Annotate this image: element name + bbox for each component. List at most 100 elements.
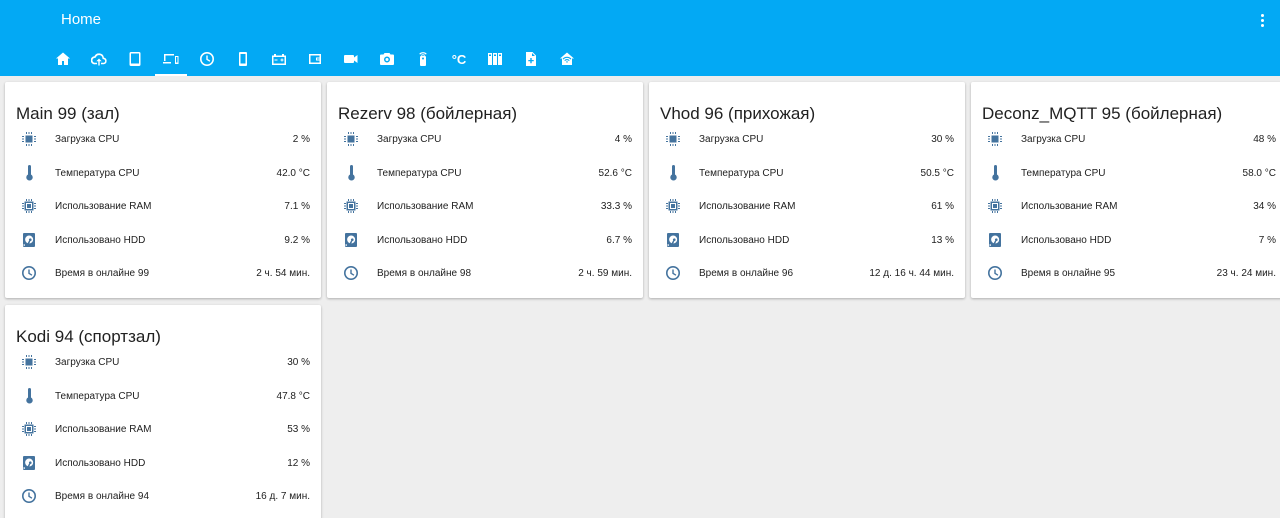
sensor-row[interactable]: Использование RAM 61 %	[649, 190, 965, 223]
sensor-row[interactable]: Использовано HDD 6.7 %	[327, 224, 643, 257]
clock-icon	[987, 265, 1003, 281]
sensor-row[interactable]: Время в онлайне 94 16 д. 7 мин.	[5, 480, 321, 513]
cpu-icon-glyph	[22, 132, 36, 146]
video-icon-glyph	[344, 55, 358, 63]
tab-camera[interactable]	[369, 42, 405, 76]
home-wifi-icon-glyph	[560, 52, 574, 65]
home-icon	[55, 51, 71, 67]
sensor-label: Загрузка CPU	[377, 134, 442, 145]
sensor-label: Температура CPU	[377, 167, 462, 179]
clock-icon	[21, 488, 37, 504]
sensor-row[interactable]: Время в онлайне 98 2 ч. 59 мин.	[327, 257, 643, 290]
server-icon	[487, 51, 503, 67]
sensor-value: 4 %	[614, 134, 632, 145]
tab-home-wifi[interactable]	[549, 42, 585, 76]
sensor-row[interactable]: Использование RAM 33.3 %	[327, 190, 643, 223]
app-toolbar: Home °C	[0, 0, 1280, 76]
harddisk-icon	[987, 232, 1003, 248]
overflow-menu-icon[interactable]	[1256, 10, 1268, 30]
file-plus-icon	[523, 51, 539, 67]
sensor-row[interactable]: Использовано HDD 12 %	[5, 447, 321, 480]
sensor-row[interactable]: Время в онлайне 96 12 д. 16 ч. 44 мин.	[649, 257, 965, 290]
sensor-row[interactable]: Загрузка CPU 30 %	[5, 346, 321, 379]
file-plus-icon-glyph	[526, 52, 536, 66]
thermometer-icon	[21, 387, 37, 404]
memory-icon-glyph	[666, 199, 680, 213]
sensor-row[interactable]: Использование RAM 7.1 %	[5, 190, 321, 223]
sensor-row[interactable]: Время в онлайне 99 2 ч. 54 мин.	[5, 257, 321, 290]
tab-server[interactable]	[477, 42, 513, 76]
sensor-value: 6.7 %	[606, 234, 632, 246]
sensor-label: Использование RAM	[1021, 201, 1118, 212]
sensor-label: Температура CPU	[699, 167, 784, 179]
sensor-value: 33.3 %	[600, 201, 632, 212]
sensor-row[interactable]: Использовано HDD 9.2 %	[5, 224, 321, 257]
sensor-value: 23 ч. 24 мин.	[1216, 268, 1276, 279]
sensor-label: Использование RAM	[55, 201, 152, 212]
sensor-row[interactable]: Использовано HDD 13 %	[649, 224, 965, 257]
harddisk-icon-glyph	[23, 232, 35, 247]
card-title: Kodi 94 (спортзал)	[16, 327, 161, 346]
tab-tablet[interactable]	[117, 42, 153, 76]
sensor-row[interactable]: Температура CPU 52.6 °C	[327, 157, 643, 190]
sensor-label: Использовано HDD	[1021, 234, 1112, 246]
clock-icon-glyph	[22, 489, 36, 503]
thermometer-icon	[665, 164, 681, 181]
sensor-row[interactable]: Загрузка CPU 48 %	[971, 123, 1280, 156]
tab-cloud-upload[interactable]	[81, 42, 117, 76]
sensor-label: Время в онлайне 94	[55, 491, 150, 502]
sensor-label: Загрузка CPU	[1021, 134, 1086, 145]
sensor-row[interactable]: Температура CPU 50.5 °C	[649, 157, 965, 190]
cpu-icon-glyph	[666, 132, 680, 146]
sensor-label: Загрузка CPU	[55, 357, 120, 368]
sensor-row[interactable]: Температура CPU 47.8 °C	[5, 380, 321, 413]
memory-icon-glyph	[344, 199, 358, 213]
tab-devices[interactable]	[153, 42, 189, 76]
harddisk-icon-glyph	[23, 455, 35, 470]
tab-celsius[interactable]: °C	[441, 42, 477, 76]
tab-file-plus[interactable]	[513, 42, 549, 76]
tab-phone[interactable]	[225, 42, 261, 76]
sensor-row[interactable]: Загрузка CPU 4 %	[327, 123, 643, 156]
tab-wallet[interactable]	[297, 42, 333, 76]
tab-remote[interactable]	[405, 42, 441, 76]
thermometer-icon-glyph	[26, 164, 33, 181]
celsius-icon: °C	[451, 51, 467, 67]
cpu-icon-glyph	[22, 355, 36, 369]
sensor-row[interactable]: Температура CPU 58.0 °C	[971, 157, 1280, 190]
cpu-icon-glyph	[344, 132, 358, 146]
devices-icon	[163, 51, 179, 67]
thermometer-icon-glyph	[670, 164, 677, 181]
cpu-icon	[665, 131, 681, 147]
tab-home[interactable]	[45, 42, 81, 76]
sensor-label: Время в онлайне 99	[55, 268, 150, 279]
tab-video[interactable]	[333, 42, 369, 76]
sensor-label: Использовано HDD	[55, 234, 146, 246]
thermometer-icon-glyph	[26, 387, 33, 404]
harddisk-icon	[21, 455, 37, 471]
thermometer-icon	[343, 164, 359, 181]
home-wifi-icon	[559, 51, 575, 67]
sensor-value: 30 %	[931, 134, 954, 145]
tab-car-battery[interactable]	[261, 42, 297, 76]
clock-icon	[665, 265, 681, 281]
sensor-row[interactable]: Использование RAM 53 %	[5, 413, 321, 446]
sensor-row[interactable]: Загрузка CPU 2 %	[5, 123, 321, 156]
sensor-row[interactable]: Температура CPU 42.0 °C	[5, 157, 321, 190]
sensor-row[interactable]: Использование RAM 34 %	[971, 190, 1280, 223]
harddisk-icon-glyph	[667, 232, 679, 247]
sensor-row[interactable]: Время в онлайне 95 23 ч. 24 мин.	[971, 257, 1280, 290]
cpu-icon-glyph	[988, 132, 1002, 146]
clock-icon	[21, 265, 37, 281]
sensor-label: Температура CPU	[1021, 167, 1106, 179]
sensor-value: 52.6 °C	[598, 167, 632, 179]
sensor-value: 50.5 °C	[920, 167, 954, 179]
clock-icon	[343, 265, 359, 281]
remote-icon	[415, 51, 431, 67]
sensor-row[interactable]: Загрузка CPU 30 %	[649, 123, 965, 156]
tab-clock[interactable]	[189, 42, 225, 76]
system-monitor-card: Deconz_MQTT 95 (бойлерная) Загрузка CPU 48…	[971, 82, 1280, 298]
tablet-icon-glyph	[129, 52, 141, 66]
sensor-row[interactable]: Использовано HDD 7 %	[971, 224, 1280, 257]
sensor-value: 7 %	[1258, 234, 1276, 246]
